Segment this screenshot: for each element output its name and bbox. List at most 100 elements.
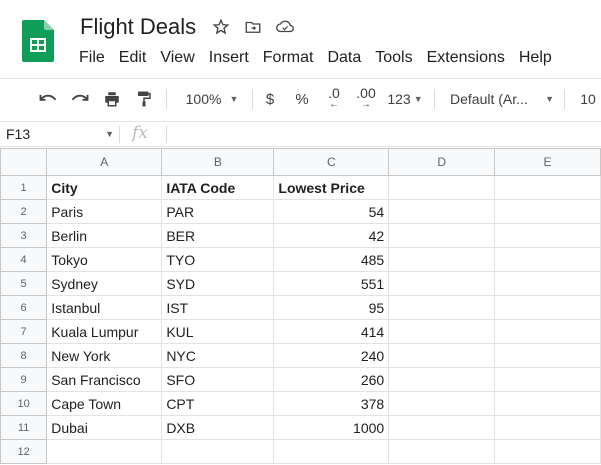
- cell-c8[interactable]: 240: [273, 343, 390, 368]
- cell-d5[interactable]: [388, 271, 496, 296]
- undo-icon[interactable]: [36, 79, 60, 119]
- cell-c5[interactable]: 551: [273, 271, 390, 296]
- cell-a8[interactable]: New York: [46, 343, 163, 368]
- cell-a4[interactable]: Tokyo: [46, 247, 163, 272]
- cell-b9[interactable]: SFO: [161, 367, 275, 392]
- cell-b10[interactable]: CPT: [161, 391, 275, 416]
- cell-b12[interactable]: [161, 439, 275, 464]
- cell-e1[interactable]: [494, 175, 601, 200]
- cell-a3[interactable]: Berlin: [46, 223, 163, 248]
- cell-d8[interactable]: [388, 343, 496, 368]
- increase-decimal-button[interactable]: .00 →: [352, 79, 380, 119]
- row-header[interactable]: 9: [0, 367, 48, 392]
- cell-d11[interactable]: [388, 415, 496, 440]
- cell-c9[interactable]: 260: [273, 367, 390, 392]
- cell-a1[interactable]: City: [46, 175, 163, 200]
- cell-a2[interactable]: Paris: [46, 199, 163, 224]
- cell-c11[interactable]: 1000: [273, 415, 390, 440]
- cell-a11[interactable]: Dubai: [46, 415, 163, 440]
- zoom-select[interactable]: 100% ▼: [180, 79, 244, 119]
- cell-d3[interactable]: [388, 223, 496, 248]
- row-header[interactable]: 3: [0, 223, 48, 248]
- font-family-select[interactable]: Default (Ar... ▼: [450, 79, 554, 119]
- column-header-e[interactable]: E: [494, 148, 601, 176]
- row-header[interactable]: 1: [0, 175, 48, 200]
- menu-help[interactable]: Help: [512, 48, 559, 68]
- currency-format-button[interactable]: $: [262, 79, 278, 119]
- cell-a6[interactable]: Istanbul: [46, 295, 163, 320]
- cell-d9[interactable]: [388, 367, 496, 392]
- cell-c12[interactable]: [273, 439, 390, 464]
- cell-e4[interactable]: [494, 247, 601, 272]
- paint-format-icon[interactable]: [132, 79, 156, 119]
- cell-d12[interactable]: [388, 439, 496, 464]
- cell-b3[interactable]: BER: [161, 223, 275, 248]
- cloud-saved-icon[interactable]: [274, 16, 296, 38]
- column-header-a[interactable]: A: [46, 148, 163, 176]
- cell-e9[interactable]: [494, 367, 601, 392]
- column-header-c[interactable]: C: [273, 148, 390, 176]
- name-box[interactable]: F13 ▼: [6, 126, 114, 142]
- cell-b1[interactable]: IATA Code: [161, 175, 275, 200]
- menu-data[interactable]: Data: [320, 48, 368, 68]
- menu-format[interactable]: Format: [256, 48, 321, 68]
- row-header[interactable]: 2: [0, 199, 48, 224]
- cell-e3[interactable]: [494, 223, 601, 248]
- menu-insert[interactable]: Insert: [202, 48, 256, 68]
- cell-d1[interactable]: [388, 175, 496, 200]
- cell-e7[interactable]: [494, 319, 601, 344]
- row-header[interactable]: 8: [0, 343, 48, 368]
- column-header-b[interactable]: B: [161, 148, 275, 176]
- menu-edit[interactable]: Edit: [112, 48, 154, 68]
- cell-c3[interactable]: 42: [273, 223, 390, 248]
- cell-c2[interactable]: 54: [273, 199, 390, 224]
- cell-e8[interactable]: [494, 343, 601, 368]
- cell-d2[interactable]: [388, 199, 496, 224]
- row-header[interactable]: 12: [0, 439, 48, 464]
- menu-tools[interactable]: Tools: [368, 48, 419, 68]
- cell-d4[interactable]: [388, 247, 496, 272]
- cell-a9[interactable]: San Francisco: [46, 367, 163, 392]
- decrease-decimal-button[interactable]: .0 ←: [322, 79, 346, 119]
- cell-b2[interactable]: PAR: [161, 199, 275, 224]
- cell-c4[interactable]: 485: [273, 247, 390, 272]
- cell-b5[interactable]: SYD: [161, 271, 275, 296]
- cell-b7[interactable]: KUL: [161, 319, 275, 344]
- print-icon[interactable]: [100, 79, 124, 119]
- cell-b8[interactable]: NYC: [161, 343, 275, 368]
- menu-extensions[interactable]: Extensions: [420, 48, 512, 68]
- menu-file[interactable]: File: [72, 48, 112, 68]
- cell-d7[interactable]: [388, 319, 496, 344]
- cell-c1[interactable]: Lowest Price: [273, 175, 390, 200]
- more-formats-select[interactable]: 123 ▼: [385, 79, 425, 119]
- cell-c10[interactable]: 378: [273, 391, 390, 416]
- cell-a12[interactable]: [46, 439, 163, 464]
- document-title[interactable]: Flight Deals: [80, 14, 196, 40]
- menu-view[interactable]: View: [153, 48, 201, 68]
- row-header[interactable]: 7: [0, 319, 48, 344]
- star-icon[interactable]: [210, 16, 232, 38]
- formula-input[interactable]: [176, 126, 596, 144]
- font-size-field[interactable]: 10: [578, 79, 598, 119]
- row-header[interactable]: 11: [0, 415, 48, 440]
- cell-d10[interactable]: [388, 391, 496, 416]
- move-to-folder-icon[interactable]: [242, 16, 264, 38]
- cell-a7[interactable]: Kuala Lumpur: [46, 319, 163, 344]
- cell-c6[interactable]: 95: [273, 295, 390, 320]
- cell-e5[interactable]: [494, 271, 601, 296]
- cell-c7[interactable]: 414: [273, 319, 390, 344]
- cell-a10[interactable]: Cape Town: [46, 391, 163, 416]
- cell-a5[interactable]: Sydney: [46, 271, 163, 296]
- redo-icon[interactable]: [68, 79, 92, 119]
- cell-e10[interactable]: [494, 391, 601, 416]
- cell-b6[interactable]: IST: [161, 295, 275, 320]
- cell-b4[interactable]: TYO: [161, 247, 275, 272]
- select-all-corner[interactable]: [0, 148, 48, 176]
- cell-e2[interactable]: [494, 199, 601, 224]
- cell-b11[interactable]: DXB: [161, 415, 275, 440]
- cell-e6[interactable]: [494, 295, 601, 320]
- sheets-logo[interactable]: [22, 20, 54, 62]
- row-header[interactable]: 4: [0, 247, 48, 272]
- column-header-d[interactable]: D: [388, 148, 496, 176]
- cell-d6[interactable]: [388, 295, 496, 320]
